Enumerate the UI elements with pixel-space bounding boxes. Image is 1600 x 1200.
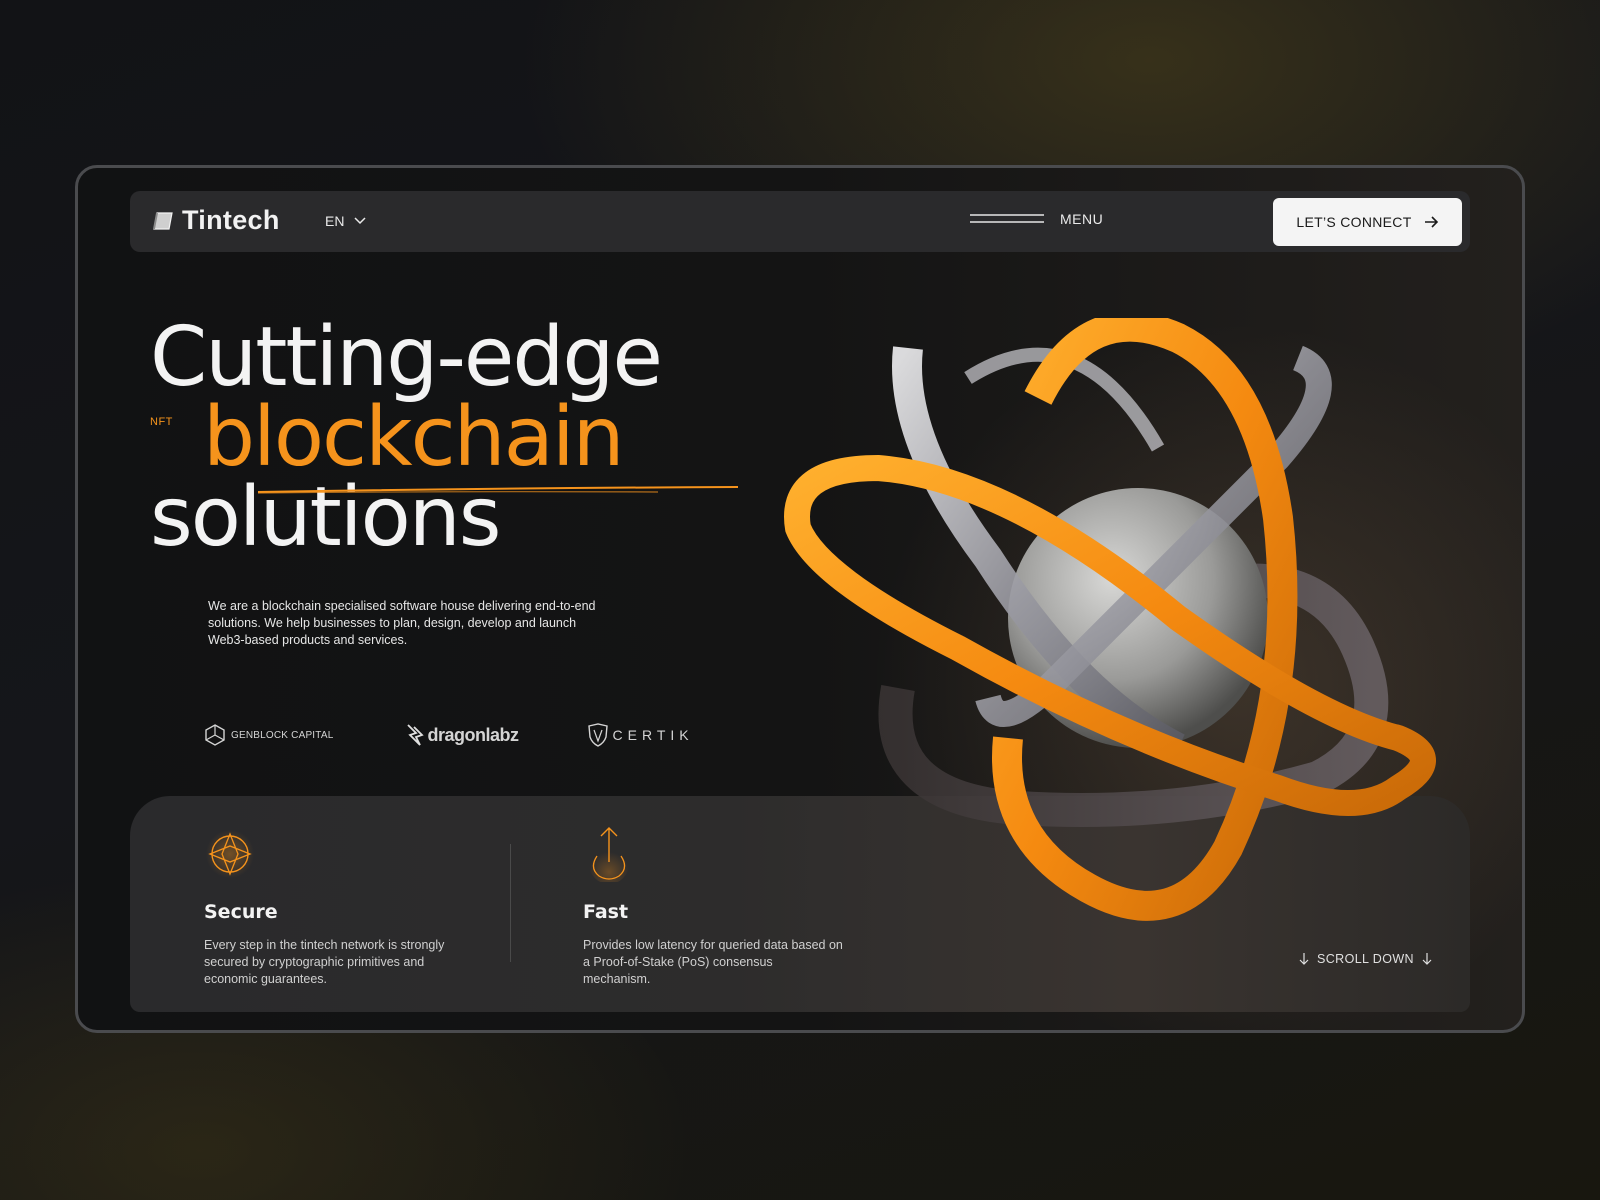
language-selector[interactable]: EN (325, 213, 366, 229)
browser-frame: Tintech EN MENU LET’S CONNECT Cutting-ed… (75, 165, 1525, 1033)
fast-arrow-icon (589, 827, 629, 884)
arrow-down-icon (1422, 953, 1432, 965)
arrow-right-icon (1424, 216, 1438, 228)
feature-description: Every step in the tintech network is str… (204, 938, 445, 986)
feature-title: Secure (204, 901, 278, 923)
menu-label: MENU (1060, 211, 1104, 227)
partner-certik: CERTIK (587, 723, 694, 747)
menu-button[interactable]: MENU (970, 211, 1103, 227)
nft-tag: NFT (150, 416, 173, 428)
certik-shield-icon (587, 723, 608, 747)
partner-genblock: GENBLOCK CAPITAL (203, 723, 334, 747)
hero-headline: Cutting-edge blockchain solutions (150, 310, 663, 559)
partner-name: GENBLOCK CAPITAL (231, 729, 334, 741)
feature-divider (510, 844, 511, 962)
partner-name: dragonlabz (427, 724, 520, 745)
headline-underline (258, 486, 739, 494)
lets-connect-button[interactable]: LET’S CONNECT (1273, 198, 1462, 246)
headline-line-2: blockchain (203, 390, 625, 485)
chevron-down-icon (354, 217, 366, 225)
partner-dragonlabz: dragonlabz (406, 723, 519, 747)
partner-name: CERTIK (612, 727, 694, 743)
lets-connect-label: LET’S CONNECT (1296, 214, 1412, 230)
headline-line-1: Cutting-edge (150, 310, 663, 405)
scroll-down-link[interactable]: SCROLL DOWN (1299, 952, 1432, 966)
feature-secure: Secure Every step in the tintech network… (204, 826, 464, 988)
feature-description: Provides low latency for queried data ba… (583, 938, 843, 986)
arrow-down-icon (1299, 953, 1309, 965)
secure-icon (206, 830, 254, 878)
genblock-icon (205, 724, 225, 746)
top-navbar: Tintech EN MENU LET’S CONNECT (130, 191, 1470, 252)
dragonlabz-icon (406, 724, 424, 746)
language-label: EN (325, 213, 345, 229)
hero-description: We are a blockchain specialised software… (208, 599, 596, 647)
logo-icon (153, 211, 173, 230)
hamburger-icon (970, 214, 1044, 223)
logo-text: Tintech (182, 205, 280, 235)
scroll-down-label: SCROLL DOWN (1316, 952, 1414, 966)
logo[interactable]: Tintech (152, 205, 280, 236)
hero-3d-ribbons-illustration (784, 318, 1436, 921)
partner-logos: GENBLOCK CAPITAL dragonlabz CERTIK (203, 723, 694, 747)
